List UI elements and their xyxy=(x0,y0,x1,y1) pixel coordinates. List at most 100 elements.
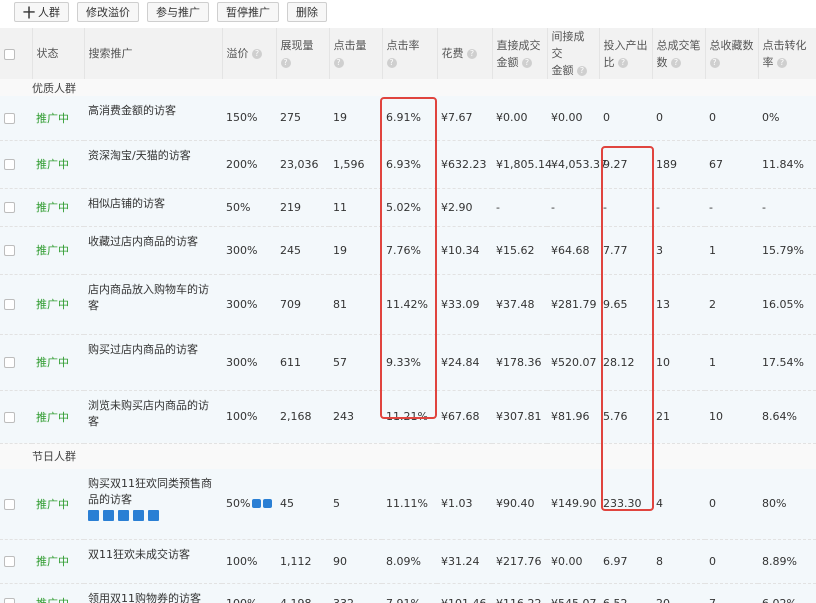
header-spend[interactable]: 花费 ? xyxy=(436,28,492,79)
premium-cell[interactable]: 50% xyxy=(222,469,276,540)
table-row[interactable]: 推广中 双11狂欢未成交访客 100% 1,112 90 8.09% ¥31.24 ¥217.… xyxy=(0,539,816,584)
header-orders-label-1: 总成交笔 xyxy=(656,38,701,52)
table-row[interactable]: 推广中领用双11购物券的访客 100%4,1983327.91%¥101.46¥1… xyxy=(0,583,816,603)
select-all-header[interactable] xyxy=(0,28,32,79)
help-icon[interactable]: ? xyxy=(386,57,397,68)
help-icon[interactable]: ? xyxy=(577,66,587,76)
settings-icon[interactable] xyxy=(252,499,262,509)
pause-promo-button[interactable]: 暂停推广 xyxy=(217,2,280,22)
table-row[interactable]: 推广中 购买双11狂欢同类预售商品的访客 50% 45 5 11.11% ¥1.03 ¥90.… xyxy=(0,469,816,540)
help-icon[interactable]: ? xyxy=(777,57,787,68)
table-row[interactable]: 推广中 店内商品放入购物车的访客 300% 709 81 11.42% ¥33.09 ¥37.… xyxy=(0,274,816,335)
header-premium[interactable]: 溢价 ? xyxy=(221,28,276,79)
row-checkbox[interactable] xyxy=(4,357,15,368)
premium-cell[interactable]: 100% xyxy=(222,539,276,584)
row-checkbox[interactable] xyxy=(4,202,15,213)
indirect-amount-cell: ¥4,053.37 xyxy=(547,140,607,189)
help-icon[interactable]: ? xyxy=(333,57,344,68)
trash-icon[interactable] xyxy=(118,510,129,521)
spend-cell: ¥632.23 xyxy=(437,140,492,189)
direct-amount-cell: ¥178.36 xyxy=(492,334,547,391)
row-checkbox-cell[interactable] xyxy=(0,583,32,603)
modify-premium-button[interactable]: 修改溢价 xyxy=(77,2,140,22)
pencil-icon[interactable] xyxy=(263,499,273,509)
conv-cell: 16.05% xyxy=(758,274,816,335)
header-orders-label-2: 数 xyxy=(656,55,668,69)
row-checkbox-cell[interactable] xyxy=(0,140,32,189)
row-checkbox[interactable] xyxy=(4,411,15,423)
premium-cell[interactable]: 300% xyxy=(222,274,276,335)
help-icon[interactable]: ? xyxy=(252,49,262,59)
premium-cell[interactable]: 100% xyxy=(222,390,276,444)
table-row[interactable]: 推广中 高消费金额的访客 150% 275 19 6.91% ¥7.67 ¥0.00 ¥0.00… xyxy=(0,96,816,141)
crowd-name: 购买过店内商品的访客 xyxy=(88,342,198,356)
conv-cell: 80% xyxy=(758,469,816,540)
header-clicks[interactable]: 点击量? xyxy=(328,28,382,79)
favs-cell: 1 xyxy=(705,334,758,391)
header-impressions[interactable]: 展现量? xyxy=(275,28,329,79)
add-group-button[interactable]: 十人群 xyxy=(14,2,70,22)
header-roi[interactable]: 投入产出比 ? xyxy=(598,28,652,79)
help-icon[interactable]: ? xyxy=(618,57,628,68)
table-row[interactable]: 推广中 购买过店内商品的访客 300% 611 57 9.33% ¥24.84 ¥178.36… xyxy=(0,334,816,391)
header-conv[interactable]: 点击转化率 ? xyxy=(757,28,816,79)
help-icon[interactable]: ? xyxy=(709,57,720,68)
row-checkbox[interactable] xyxy=(4,598,15,603)
direct-amount-cell: ¥15.62 xyxy=(492,226,547,275)
help-icon[interactable]: ? xyxy=(671,57,681,68)
row-checkbox-cell[interactable] xyxy=(0,469,32,540)
row-checkbox[interactable] xyxy=(4,299,15,310)
crowd-name: 购买双11狂欢同类预售商品的访客 xyxy=(88,477,212,506)
pause-icon[interactable] xyxy=(88,510,99,521)
row-checkbox-cell[interactable] xyxy=(0,96,32,141)
row-checkbox-cell[interactable] xyxy=(0,188,32,227)
table-row[interactable]: 推广中 相似店铺的访客 50% 219 11 5.02% ¥2.90- - - - - - xyxy=(0,188,816,227)
impressions-cell: 219 xyxy=(276,188,329,227)
chart-icon[interactable] xyxy=(133,510,144,521)
header-favs[interactable]: 总收藏数? xyxy=(704,28,758,79)
row-checkbox[interactable] xyxy=(4,159,15,170)
header-direct-amount[interactable]: 直接成交 金额 ? xyxy=(491,28,547,79)
premium-cell[interactable]: 200% xyxy=(222,140,276,189)
table-row[interactable]: 推广中 收藏过店内商品的访客 300% 245 19 7.76% ¥10.34 ¥15.62 ¥… xyxy=(0,226,816,275)
table-row[interactable]: 推广中 资深淘宝/天猫的访客 200% 23,036 1,596 6.93% ¥632.23… xyxy=(0,140,816,189)
help-icon[interactable]: ? xyxy=(467,49,477,59)
row-checkbox-cell[interactable] xyxy=(0,390,32,444)
row-checkbox-cell[interactable] xyxy=(0,539,32,584)
file-icon[interactable] xyxy=(103,510,114,521)
header-orders[interactable]: 总成交笔数 ? xyxy=(651,28,705,79)
row-checkbox[interactable] xyxy=(4,556,15,567)
roi-cell: 0 xyxy=(599,96,652,141)
header-ctr[interactable]: 点击率? xyxy=(381,28,437,79)
select-all-checkbox[interactable] xyxy=(4,48,15,60)
premium-cell[interactable]: 100% xyxy=(222,583,276,603)
premium-cell[interactable]: 300% xyxy=(222,226,276,275)
crowd-name-cell: 相似店铺的访客 xyxy=(84,188,222,227)
header-indirect-amount[interactable]: 间接成交 金额 ? xyxy=(546,28,599,79)
indirect-amount-cell: ¥0.00 xyxy=(547,539,599,584)
row-checkbox-cell[interactable] xyxy=(0,226,32,275)
ctr-cell: 11.21% xyxy=(382,390,437,444)
status-cell: 推广中 xyxy=(32,274,84,335)
row-checkbox-cell[interactable] xyxy=(0,274,32,335)
row-checkbox-cell[interactable] xyxy=(0,334,32,391)
group-header-row: 优质人群 xyxy=(0,79,816,96)
premium-cell[interactable]: 50% xyxy=(222,188,276,227)
delete-button[interactable]: 删除 xyxy=(287,2,328,22)
roi-cell: 28.12 xyxy=(599,334,652,391)
table-row[interactable]: 推广中 浏览未购买店内商品的访客 100% 2,168 243 11.21% ¥67.68 ¥… xyxy=(0,390,816,444)
copy-icon[interactable] xyxy=(148,510,159,521)
join-promo-button[interactable]: 参与推广 xyxy=(147,2,210,22)
favs-cell: 0 xyxy=(705,96,758,141)
premium-cell[interactable]: 300% xyxy=(222,334,276,391)
premium-cell[interactable]: 150% xyxy=(222,96,276,141)
row-checkbox[interactable] xyxy=(4,112,15,124)
row-checkbox[interactable] xyxy=(4,245,15,256)
row-checkbox[interactable] xyxy=(4,498,15,510)
help-icon[interactable]: ? xyxy=(522,57,532,68)
conv-cell: - xyxy=(758,188,816,227)
spend-cell: ¥33.09 xyxy=(437,274,492,335)
indirect-amount-cell: ¥281.79 xyxy=(547,274,599,335)
help-icon[interactable]: ? xyxy=(280,57,291,68)
impressions-cell: 245 xyxy=(276,226,329,275)
